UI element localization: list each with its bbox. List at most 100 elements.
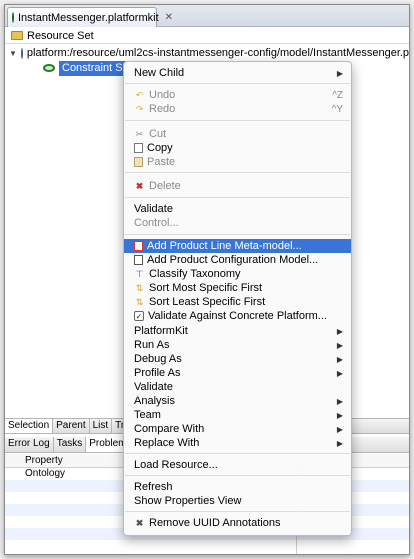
menu-separator xyxy=(125,120,350,121)
menu-label: Sort Least Specific First xyxy=(149,296,266,308)
menu-label: Delete xyxy=(149,180,181,192)
submenu-arrow-icon: ▶ xyxy=(336,424,343,434)
delete-icon: ✖ xyxy=(135,180,144,191)
tree-root-label: platform:/resource/uml2cs-instantmesseng… xyxy=(26,47,410,59)
menu-item-remove-uuid[interactable]: ✖ Remove UUID Annotations xyxy=(124,516,351,530)
tab-selection[interactable]: Selection xyxy=(5,419,54,433)
menu-item-classify-taxonomy[interactable]: ⊤ Classify Taxonomy xyxy=(124,267,351,281)
tree-root-row[interactable]: ▼ platform:/resource/uml2cs-instantmesse… xyxy=(5,45,409,61)
menu-item-undo[interactable]: ↶ Undo ^Z xyxy=(124,88,351,102)
menu-item-paste[interactable]: Paste xyxy=(124,155,351,169)
menu-item-cut[interactable]: ✂ Cut xyxy=(124,127,351,141)
menu-label: Validate xyxy=(134,203,173,215)
model-file-icon xyxy=(134,241,143,251)
resource-icon xyxy=(20,47,23,59)
menu-label: Validate xyxy=(134,381,173,393)
menu-label: Show Properties View xyxy=(134,495,242,507)
paste-icon xyxy=(134,157,143,167)
editor-tab[interactable]: InstantMessenger.platformkit ✕ xyxy=(7,7,173,27)
menu-item-refresh[interactable]: Refresh xyxy=(124,480,351,494)
menu-label: Profile As xyxy=(134,367,181,379)
remove-icon: ✖ xyxy=(135,517,144,528)
menu-separator xyxy=(125,83,350,84)
tab-tasks[interactable]: Tasks xyxy=(54,437,87,452)
menu-item-sort-most[interactable]: ⇅ Sort Most Specific First xyxy=(124,281,351,295)
menu-item-redo[interactable]: ↷ Redo ^Y xyxy=(124,102,351,116)
tab-error-log[interactable]: Error Log xyxy=(5,437,54,452)
menu-label: Redo xyxy=(149,103,176,115)
menu-item-sort-least[interactable]: ⇅ Sort Least Specific First xyxy=(124,295,351,309)
menu-label: Classify Taxonomy xyxy=(149,268,241,280)
menu-item-delete[interactable]: ✖ Delete xyxy=(124,179,351,193)
submenu-arrow-icon: ▶ xyxy=(336,354,343,364)
menu-item-compare-with[interactable]: Compare With ▶ xyxy=(124,422,351,436)
menu-label: Control... xyxy=(134,217,179,229)
table-row xyxy=(5,540,409,552)
menu-label: Copy xyxy=(147,142,173,154)
shortcut: ^Z xyxy=(332,89,343,101)
menu-label: Paste xyxy=(147,156,176,168)
menu-label: Cut xyxy=(149,128,167,140)
menu-item-copy[interactable]: Copy xyxy=(124,141,351,155)
menu-item-validate[interactable]: Validate xyxy=(124,202,351,216)
menu-label: Sort Most Specific First xyxy=(149,282,263,294)
menu-label: Replace With xyxy=(134,437,200,449)
menu-item-validate-2[interactable]: Validate xyxy=(124,380,351,394)
redo-icon: ↷ xyxy=(135,103,144,114)
submenu-arrow-icon: ▶ xyxy=(336,368,343,378)
menu-label: PlatformKit xyxy=(134,325,188,337)
menu-item-run-as[interactable]: Run As ▶ xyxy=(124,338,351,352)
menu-label: Load Resource... xyxy=(134,459,218,471)
menu-separator xyxy=(125,511,350,512)
menu-label: Validate Against Concrete Platform... xyxy=(148,310,327,322)
menu-item-platformkit[interactable]: PlatformKit ▶ xyxy=(124,324,351,338)
copy-icon xyxy=(134,143,143,153)
submenu-arrow-icon: ▶ xyxy=(336,68,343,78)
expand-triangle-icon[interactable]: ▼ xyxy=(9,49,17,58)
menu-item-replace-with[interactable]: Replace With ▶ xyxy=(124,436,351,450)
folder-icon xyxy=(11,31,23,40)
platformkit-file-icon xyxy=(12,12,14,23)
submenu-arrow-icon: ▶ xyxy=(336,326,343,336)
submenu-arrow-icon: ▶ xyxy=(336,438,343,448)
menu-label: Debug As xyxy=(134,353,182,365)
editor-tab-bar: InstantMessenger.platformkit ✕ xyxy=(5,5,409,27)
sort-icon: ⇅ xyxy=(135,296,144,307)
shortcut: ^Y xyxy=(331,103,343,115)
menu-label: Refresh xyxy=(134,481,173,493)
menu-label: Run As xyxy=(134,339,170,351)
close-icon[interactable]: ✕ xyxy=(165,12,173,23)
config-file-icon xyxy=(134,255,143,265)
menu-item-team[interactable]: Team ▶ xyxy=(124,408,351,422)
property-name: Ontology xyxy=(25,468,66,479)
scissors-icon: ✂ xyxy=(135,128,144,139)
submenu-arrow-icon: ▶ xyxy=(336,396,343,406)
constraint-space-icon xyxy=(43,64,55,72)
tree-child-label: Constraint Spac xyxy=(59,60,127,76)
menu-item-load-resource[interactable]: Load Resource... xyxy=(124,458,351,472)
submenu-arrow-icon: ▶ xyxy=(336,410,343,420)
menu-item-new-child[interactable]: New Child ▶ xyxy=(124,66,351,80)
checkbox-icon: ✓ xyxy=(134,311,144,321)
menu-item-profile-as[interactable]: Profile As ▶ xyxy=(124,366,351,380)
tree-child-row[interactable]: Constraint Spac xyxy=(43,60,127,76)
menu-item-validate-against[interactable]: ✓ Validate Against Concrete Platform... xyxy=(124,309,351,323)
menu-label: Analysis xyxy=(134,395,175,407)
menu-label: Remove UUID Annotations xyxy=(149,517,281,529)
menu-item-control[interactable]: Control... xyxy=(124,216,351,230)
tab-parent[interactable]: Parent xyxy=(53,419,90,433)
menu-item-debug-as[interactable]: Debug As ▶ xyxy=(124,352,351,366)
menu-separator xyxy=(125,234,350,235)
menu-item-show-properties[interactable]: Show Properties View xyxy=(124,494,351,508)
menu-label: Add Product Line Meta-model... xyxy=(147,240,302,252)
tab-list[interactable]: List xyxy=(90,419,113,433)
menu-item-add-product-line[interactable]: Add Product Line Meta-model... xyxy=(124,239,351,253)
menu-label: Compare With xyxy=(134,423,205,435)
menu-separator xyxy=(125,453,350,454)
taxonomy-icon: ⊤ xyxy=(135,268,144,279)
resource-set-label: Resource Set xyxy=(27,29,94,42)
menu-label: Undo xyxy=(149,89,176,101)
menu-label: Add Product Configuration Model... xyxy=(147,254,319,266)
menu-item-add-product-config[interactable]: Add Product Configuration Model... xyxy=(124,253,351,267)
menu-item-analysis[interactable]: Analysis ▶ xyxy=(124,394,351,408)
